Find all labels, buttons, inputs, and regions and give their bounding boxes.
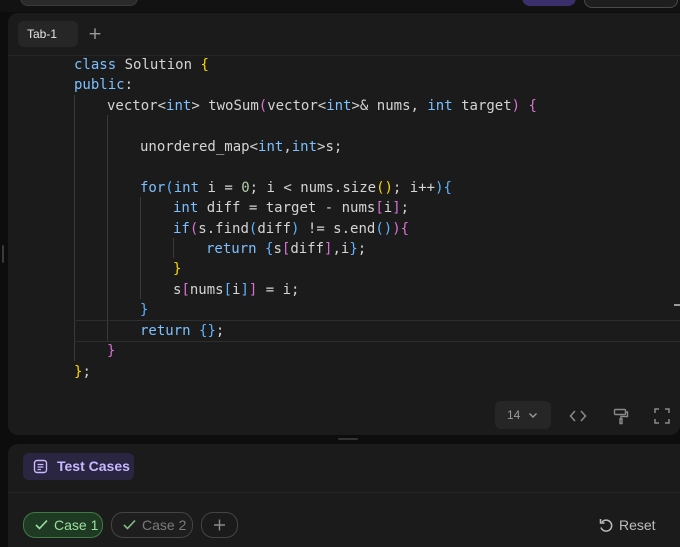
reset-icon — [599, 519, 613, 532]
plus-icon[interactable]: + — [85, 21, 105, 47]
add-case-button[interactable] — [201, 512, 238, 538]
token: for — [140, 180, 166, 196]
token: if — [173, 221, 190, 237]
top-right-control[interactable] — [584, 0, 678, 8]
top-left-control[interactable] — [20, 0, 138, 6]
code-line: unordered_map<int,int>s; — [140, 139, 343, 155]
token: int — [291, 139, 318, 155]
token: { — [265, 241, 274, 257]
tab-test-cases[interactable]: Test Cases — [23, 453, 134, 480]
panel-splitter[interactable] — [338, 438, 358, 440]
token: int — [258, 139, 284, 155]
format-roller-icon[interactable] — [612, 407, 630, 425]
case-2-button[interactable]: Case 2 — [111, 512, 193, 538]
token: ){ — [435, 180, 452, 196]
token: [ — [375, 200, 384, 216]
token: ( — [248, 221, 258, 237]
token: ] — [248, 282, 258, 298]
code-line: s[nums[i]] = i; — [173, 282, 300, 298]
token: { — [528, 98, 537, 114]
plus-icon — [214, 519, 225, 531]
check-icon — [35, 519, 48, 530]
code-line: return {s[diff],i}; — [206, 241, 367, 257]
token: class — [74, 57, 117, 73]
token: ] — [240, 282, 249, 298]
code-line: int diff = target - nums[i]; — [173, 200, 410, 216]
token: } — [173, 261, 182, 277]
editor-tabbar: Tab-1 + — [8, 13, 680, 56]
token: int — [166, 98, 192, 114]
code-line: return {}; — [140, 323, 225, 339]
code-line: } — [107, 341, 115, 361]
fullscreen-icon[interactable] — [653, 407, 671, 425]
token: {} — [199, 323, 216, 339]
check-icon — [123, 519, 136, 530]
indent-guide — [173, 238, 174, 258]
token: } — [107, 343, 116, 359]
code-line: for(int i = 0; i < nums.size(); i++){ — [140, 180, 452, 196]
token: int — [427, 98, 453, 114]
font-size-value: 14 — [507, 408, 521, 422]
token: ) — [291, 221, 300, 237]
font-size-select[interactable]: 14 — [495, 401, 551, 429]
token: return — [206, 241, 257, 257]
chevron-down-icon — [529, 413, 537, 418]
token: } — [74, 364, 83, 380]
token: () — [376, 180, 393, 196]
resize-handle[interactable] — [674, 304, 680, 306]
code-line: }; — [74, 364, 91, 380]
test-cases-label: Test Cases — [57, 458, 130, 474]
token: ( — [258, 98, 268, 114]
case-1-button[interactable]: Case 1 — [23, 512, 103, 538]
code-icon[interactable] — [569, 407, 587, 425]
token: int — [173, 200, 199, 216]
token: ( — [165, 180, 174, 196]
token: public — [74, 77, 125, 93]
token: () — [375, 221, 393, 237]
reset-label: Reset — [619, 517, 656, 533]
code-editor-panel: Tab-1 + class Solution { public: vector<… — [8, 13, 680, 435]
case-label: Case 2 — [142, 517, 187, 533]
token: ) — [511, 98, 521, 114]
indent-guide — [107, 115, 108, 341]
editor-toolbar: 14 — [8, 401, 680, 435]
tab-1[interactable]: Tab-1 — [18, 21, 78, 47]
token: int — [173, 180, 200, 196]
code-line: } — [173, 259, 181, 279]
token: return — [140, 323, 191, 339]
code-line: if(s.find(diff) != s.end()){ — [173, 221, 410, 237]
code-line: class Solution { — [74, 57, 209, 73]
token: ( — [189, 221, 199, 237]
top-submit-button[interactable] — [522, 0, 576, 6]
test-cases-panel: Test Cases Case 1 Case 2 Reset — [8, 444, 680, 547]
case-label: Case 1 — [54, 517, 99, 533]
test-cases-icon — [33, 459, 48, 474]
left-resize-handle[interactable] — [2, 245, 4, 263]
divider — [8, 492, 680, 493]
token: 0 — [241, 180, 250, 196]
code-line: vector<int> twoSum(vector<int>& nums, in… — [107, 98, 537, 114]
token: int — [326, 98, 352, 114]
token: } — [140, 302, 149, 318]
indent-guide — [140, 197, 141, 299]
token: [ — [281, 241, 291, 257]
code-line: public: — [74, 77, 134, 93]
token: } — [349, 241, 358, 257]
token: { — [200, 57, 209, 73]
token: ){ — [392, 221, 410, 237]
token: [ — [223, 282, 233, 298]
token: ] — [392, 200, 401, 216]
code-line: } — [140, 300, 148, 320]
token: [ — [181, 282, 190, 298]
token: ] — [324, 241, 333, 257]
